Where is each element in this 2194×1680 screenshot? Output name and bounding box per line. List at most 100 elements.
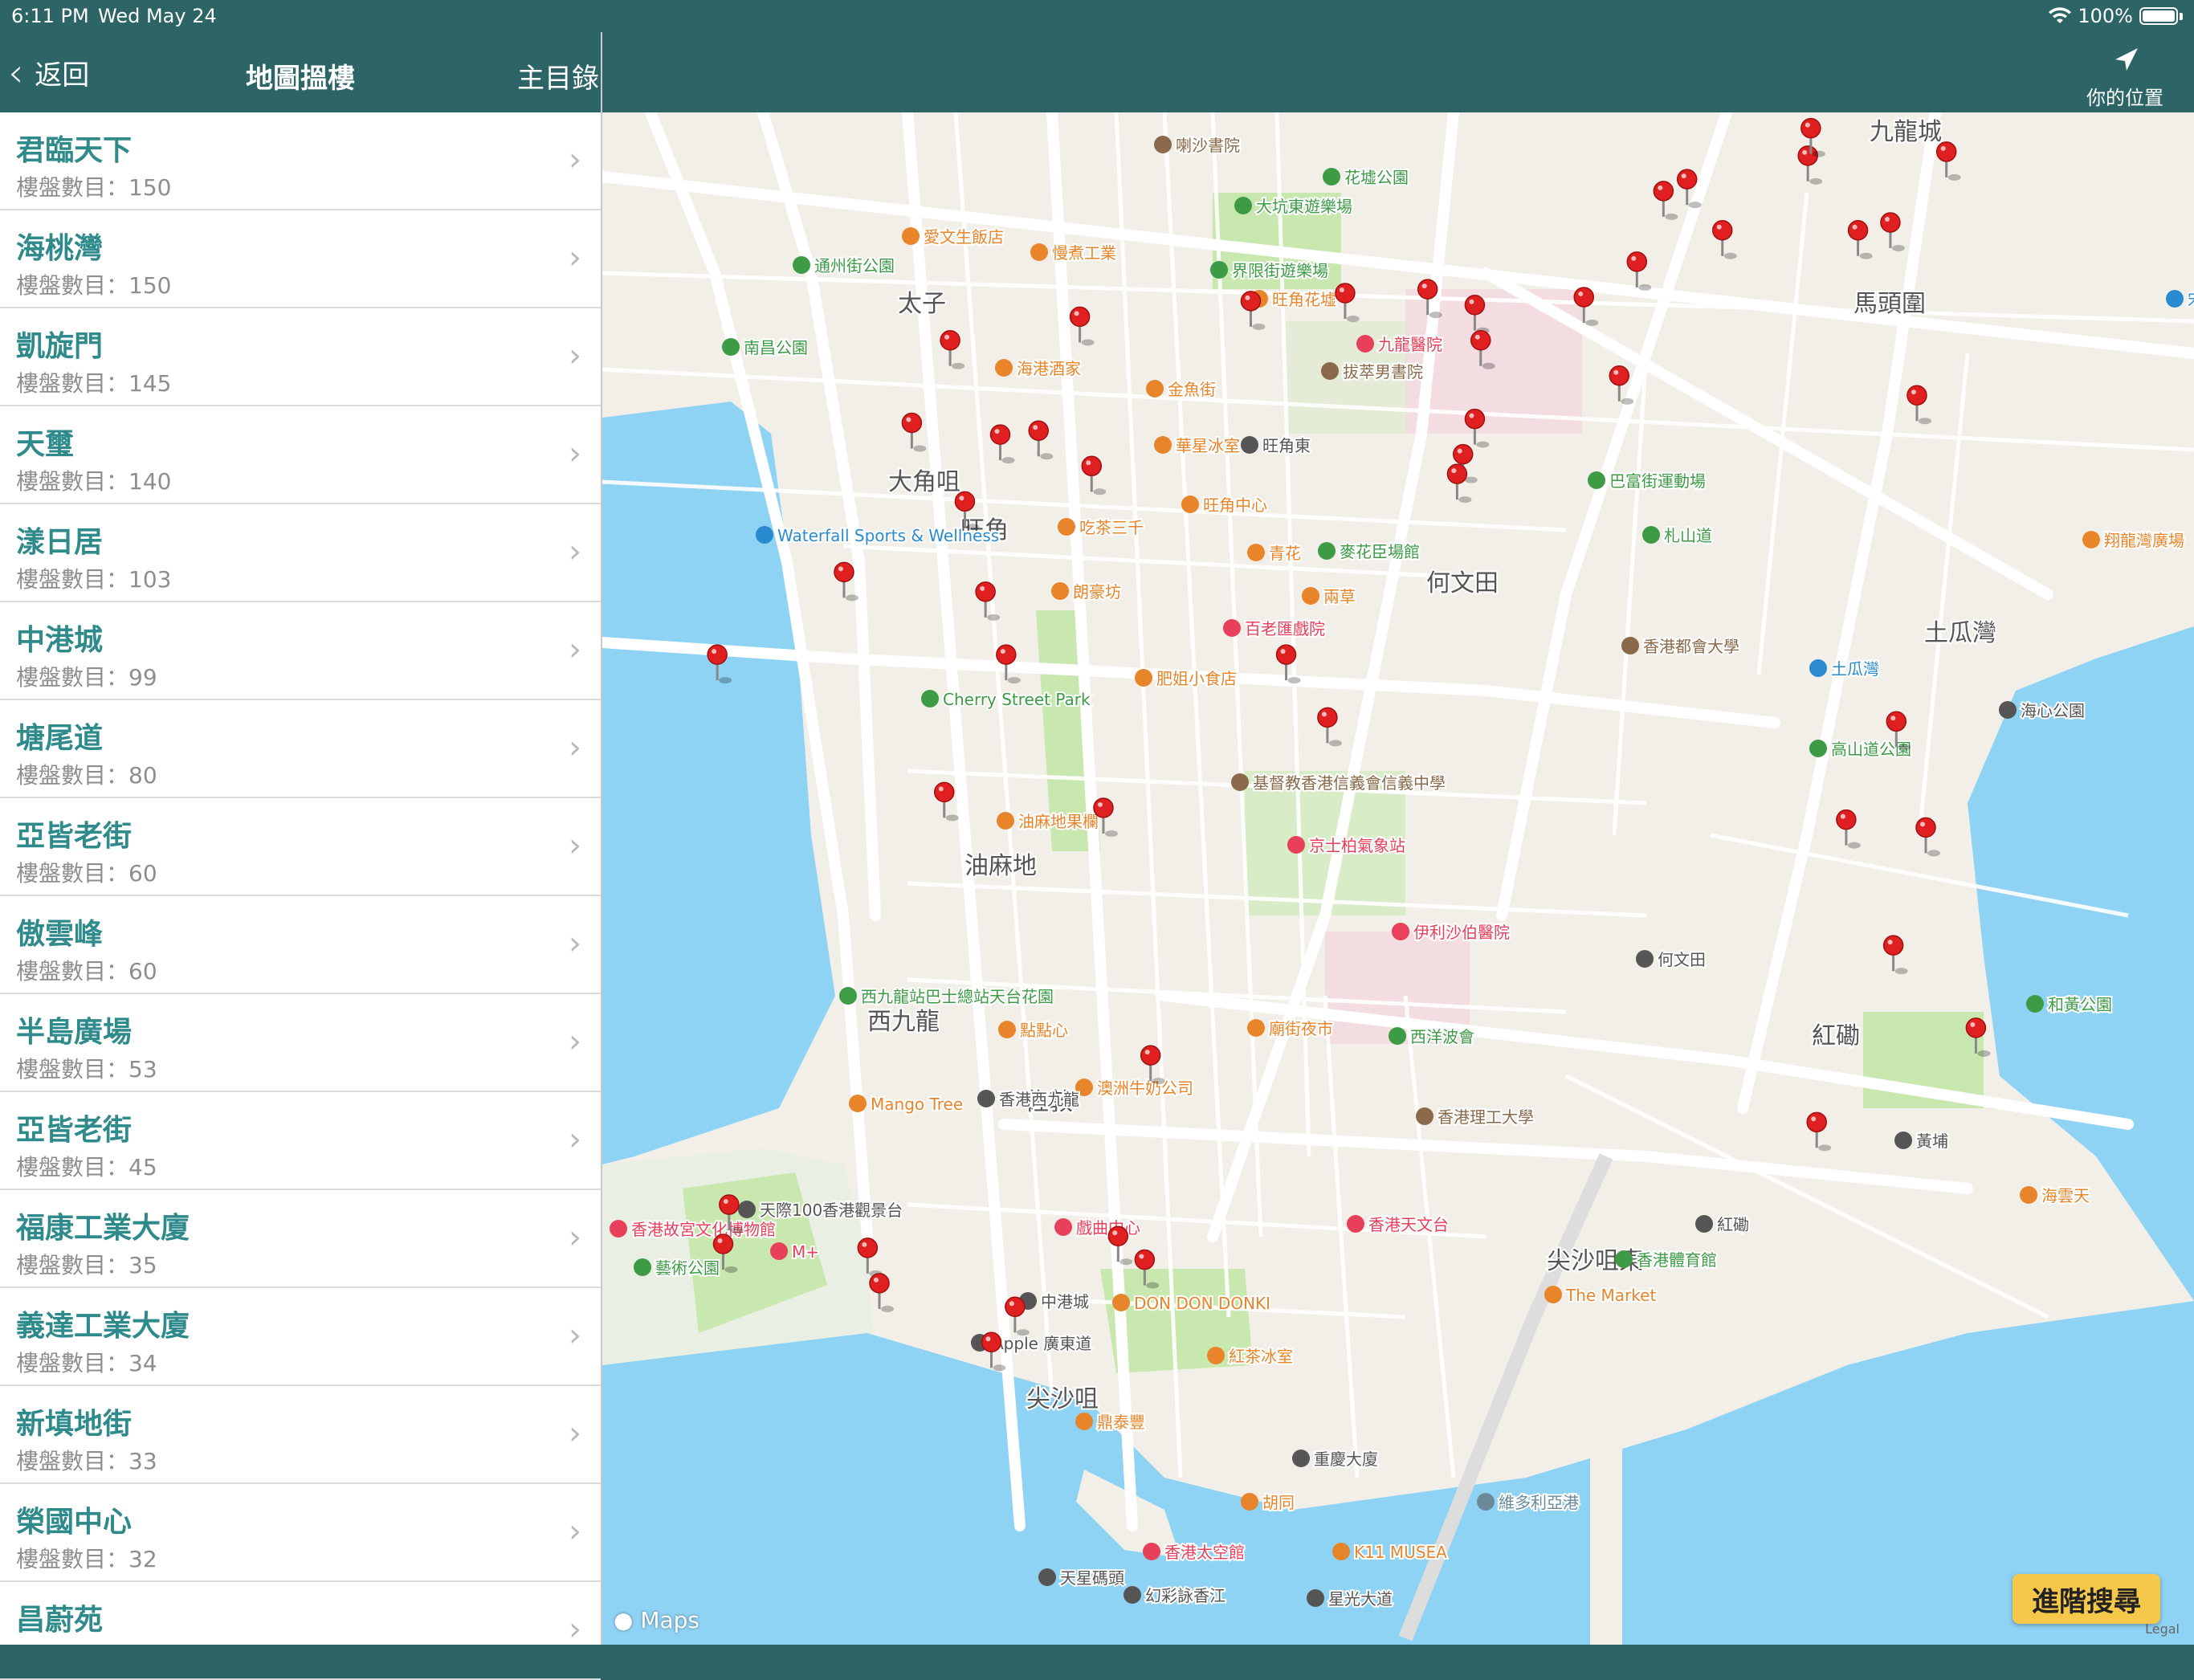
battery-percent: 100% [2078, 5, 2133, 27]
poi-marker[interactable]: 基督教香港信義會信義中學 [1231, 772, 1447, 794]
list-item[interactable]: 亞皆老街 樓盤數目：60 › [0, 798, 601, 896]
poi-marker[interactable]: 吃茶三千 [1058, 516, 1145, 539]
poi-marker[interactable]: 慢煮工業 [1030, 242, 1118, 264]
list-item[interactable]: 海桃灣 樓盤數目：150 › [0, 210, 601, 308]
pin-head [869, 1273, 890, 1294]
poi-label: 吃茶三千 [1079, 518, 1144, 537]
poi-icon [1809, 740, 1827, 757]
poi-marker[interactable]: Waterfall Sports & Wellness [756, 524, 1001, 547]
poi-label: 金魚街 [1168, 380, 1216, 399]
poi-marker[interactable]: 札山道 [1642, 524, 1714, 547]
poi-marker[interactable]: 點點心 [998, 1019, 1070, 1042]
poi-icon [1389, 1027, 1406, 1045]
list-item[interactable]: 昌蔚苑 › [0, 1582, 601, 1680]
poi-marker[interactable]: 旺角中心 [1181, 494, 1269, 516]
list-item[interactable]: 中港城 樓盤數目：99 › [0, 602, 601, 700]
advanced-search-button[interactable]: 進階搜尋 [2013, 1574, 2160, 1624]
list-item[interactable]: 半島廣場 樓盤數目：53 › [0, 994, 601, 1092]
district-label: 土瓜灣 [1924, 619, 1996, 647]
poi-marker[interactable]: 黃埔 [1894, 1130, 1950, 1152]
poi-marker[interactable]: 天星碼頭 [1038, 1567, 1126, 1589]
locate-button[interactable]: 你的位置 [2086, 45, 2163, 110]
pin-head [1140, 1045, 1161, 1066]
pin-shine [1681, 173, 1686, 179]
poi-marker[interactable]: 朗豪坊 [1051, 581, 1123, 603]
list-item[interactable]: 漾日居 樓盤數目：103 › [0, 504, 601, 602]
poi-label: DON DON DONKI [1134, 1294, 1270, 1313]
poi-label: 油麻地果欄 [1018, 812, 1099, 831]
pin-head [1886, 711, 1907, 732]
pin-shadow [1723, 252, 1737, 259]
poi-marker[interactable]: 星光大道 [1307, 1588, 1394, 1610]
poi-label: 愛文生飯店 [924, 227, 1004, 247]
poi-label: 海港酒家 [1017, 359, 1081, 378]
list-item[interactable]: 天璽 樓盤數目：140 › [0, 406, 601, 504]
poi-marker[interactable]: 重慶大廈 [1292, 1448, 1380, 1470]
poi-marker[interactable]: 鼎泰豐 [1075, 1411, 1147, 1433]
poi-label: K11 MUSEA [1354, 1543, 1447, 1562]
poi-marker[interactable]: 金魚街 [1146, 378, 1217, 401]
poi-marker[interactable]: 兩草 [1302, 585, 1357, 608]
poi-marker[interactable]: 胡同 [1241, 1491, 1296, 1514]
poi-marker[interactable]: 海雲天 [2020, 1185, 2091, 1207]
poi-icon [998, 1021, 1016, 1038]
map-view[interactable]: 太子 大角咀 旺角 何文田 油麻地 西九龍 佐敦 尖沙咀東 尖沙咀 紅磡 土瓜灣 馬頭圍 九龍城 花墟公… [602, 112, 2194, 1645]
pin-shine [906, 417, 911, 422]
poi-marker[interactable]: 旺角東 [1241, 434, 1312, 457]
map-canvas[interactable]: 太子大角咀旺角何文田油麻地西九龍佐敦尖沙咀東尖沙咀紅磡土瓜灣馬頭圍九龍城 花墟公… [602, 112, 2194, 1645]
poi-marker[interactable]: 何文田 [1636, 948, 1707, 971]
poi-marker[interactable]: 南昌公園 [722, 336, 809, 359]
list-item[interactable]: 傲雲峰 樓盤數目：60 › [0, 896, 601, 994]
poi-marker[interactable]: 和黃公園 [2026, 993, 2114, 1016]
poi-marker[interactable]: 花墟公園 [1323, 166, 1410, 189]
poi-label: 拔萃男書院 [1343, 362, 1423, 381]
poi-marker[interactable]: 廟街夜市 [1247, 1017, 1335, 1040]
list-item[interactable]: 榮國中心 樓盤數目：32 › [0, 1484, 601, 1582]
poi-marker[interactable]: 西洋波會 [1389, 1026, 1476, 1048]
poi-marker[interactable]: 旺角花墟 [1250, 288, 1338, 311]
list-item[interactable]: 君臨天下 樓盤數目：150 › [0, 112, 601, 210]
back-button[interactable]: ‹ 返回 [8, 53, 89, 92]
main-menu-button[interactable]: 主目錄 [517, 56, 599, 96]
poi-marker[interactable]: DON DON DONKI [1112, 1292, 1272, 1315]
maps-attribution-text: Maps [640, 1607, 700, 1633]
pin-head [954, 491, 976, 512]
poi-marker[interactable]: 紅磡 [1695, 1213, 1751, 1236]
list-item[interactable]: 義達工業大廈 樓盤數目：34 › [0, 1288, 601, 1386]
list-item[interactable]: 亞皆老街 樓盤數目：45 › [0, 1092, 601, 1190]
poi-marker[interactable]: 華星冰室 [1154, 434, 1242, 457]
poi-marker[interactable]: 中港城 [1019, 1291, 1091, 1313]
list-item-count: 樓盤數目：32 [16, 1546, 157, 1572]
poi-label: 土瓜灣 [1831, 659, 1879, 679]
poi-marker[interactable]: 九龍醫院 [1356, 333, 1444, 356]
poi-marker[interactable]: M+ [770, 1241, 821, 1263]
pin-shine [1451, 468, 1457, 474]
poi-label: 京士柏氣象站 [1309, 836, 1405, 855]
list-item[interactable]: 塘尾道 樓盤數目：80 › [0, 700, 601, 798]
poi-marker[interactable]: 藝術公園 [634, 1257, 721, 1279]
poi-marker[interactable]: 天際100香港觀景台 [738, 1199, 904, 1221]
poi-marker[interactable]: 青花 [1247, 542, 1303, 565]
list-item-count: 樓盤數目：99 [16, 664, 157, 691]
poi-marker[interactable]: 海心公園 [1999, 699, 2086, 722]
poi-marker[interactable]: 紅茶冰室 [1207, 1345, 1295, 1368]
poi-marker[interactable]: 喇沙書院 [1154, 134, 1242, 157]
poi-label: 旺角花墟 [1272, 290, 1336, 309]
pin-shine [1097, 801, 1103, 807]
poi-label: 喇沙書院 [1176, 136, 1240, 155]
poi-marker[interactable]: 香港故宮文化博物館 [610, 1218, 777, 1241]
poi-label: 旺角中心 [1203, 495, 1267, 515]
poi-marker[interactable]: 土瓜灣 [1809, 658, 1881, 680]
pin-head [1880, 212, 1901, 233]
poi-marker[interactable]: 海港酒家 [995, 357, 1083, 380]
list-item[interactable]: 凱旋門 樓盤數目：145 › [0, 308, 601, 406]
pin-shadow [1146, 1282, 1160, 1289]
poi-marker[interactable]: Cherry Street Park [921, 688, 1092, 711]
list-item[interactable]: 新填地街 樓盤數目：33 › [0, 1386, 601, 1484]
poi-marker[interactable]: 西九龍站巴士總站天台花園 [839, 985, 1055, 1008]
pin-shine [1658, 185, 1663, 190]
pin-head [1005, 1296, 1026, 1318]
sidebar-header: 地圖搵樓 ‹ 返回 主目錄 [0, 32, 601, 112]
poi-icon [1223, 619, 1241, 637]
list-item[interactable]: 福康工業大廈 樓盤數目：35 › [0, 1190, 601, 1288]
